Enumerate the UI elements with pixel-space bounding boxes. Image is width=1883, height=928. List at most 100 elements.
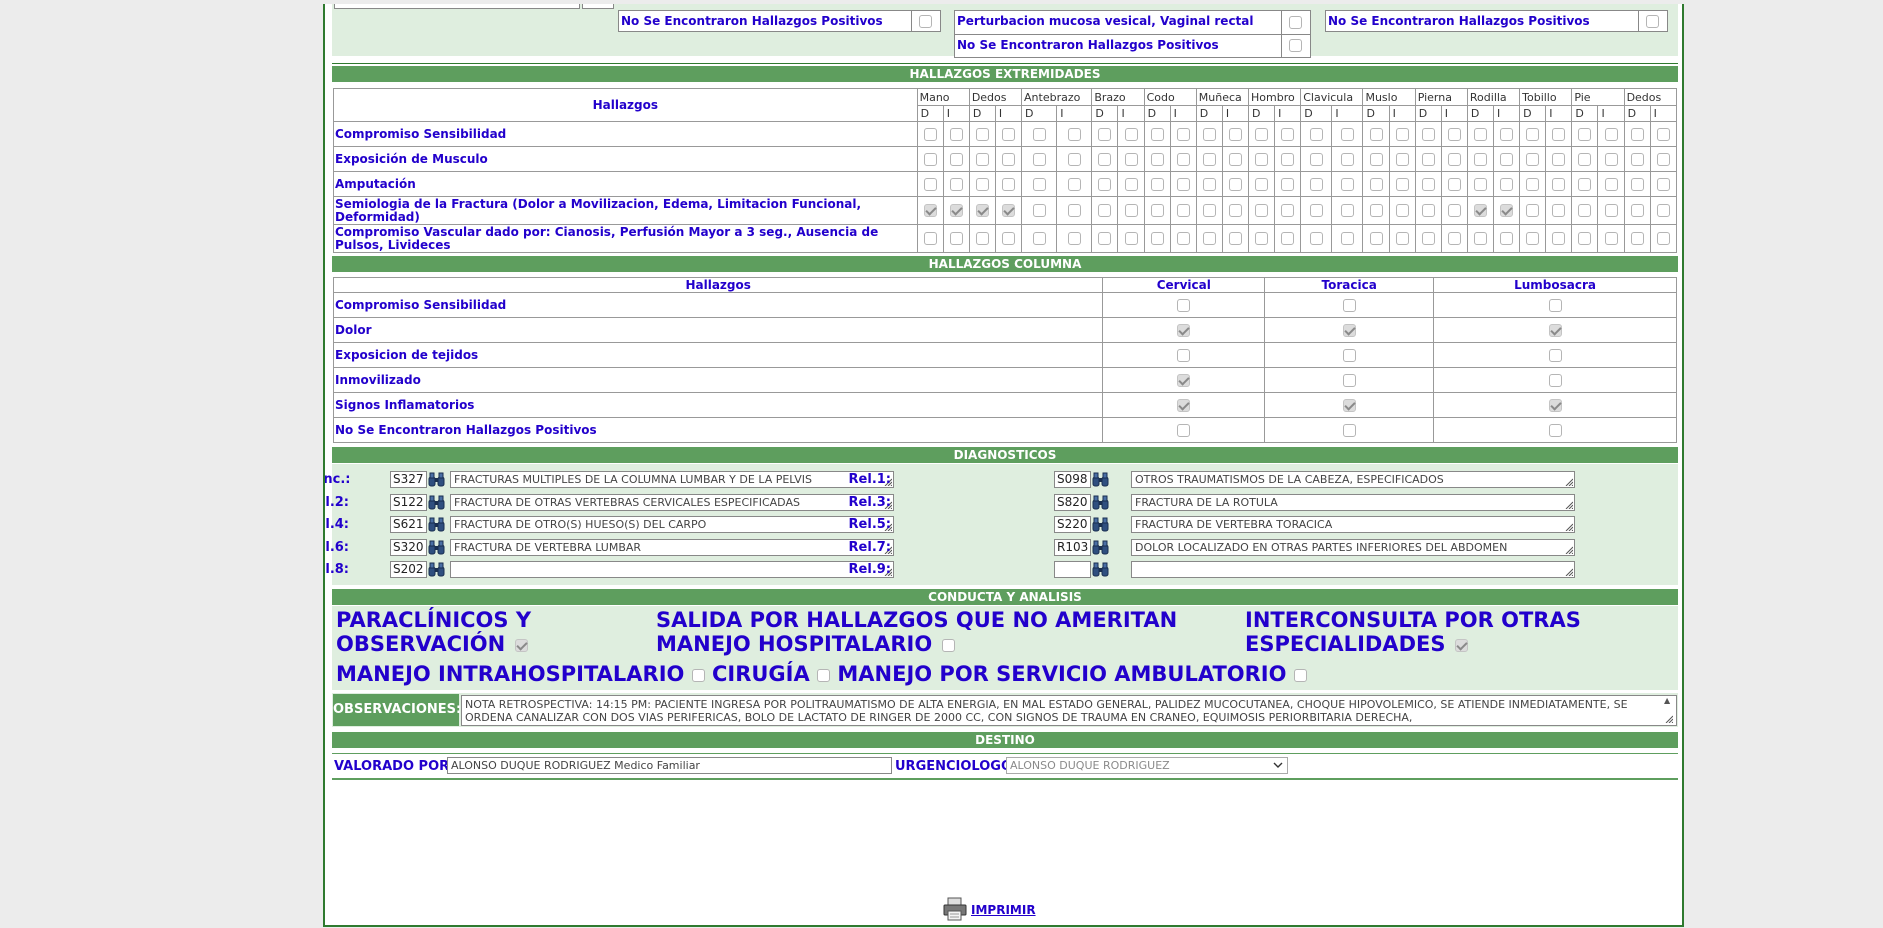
columna-checkbox[interactable] [1548, 298, 1562, 312]
binoculars-search-icon[interactable] [428, 562, 445, 577]
columna-checkbox[interactable] [1342, 323, 1356, 337]
extremidades-checkbox[interactable] [975, 177, 989, 191]
columna-checkbox[interactable] [1177, 348, 1191, 362]
extremidades-checkbox[interactable] [1032, 127, 1046, 141]
extremidades-checkbox[interactable] [949, 152, 963, 166]
extremidades-checkbox[interactable] [1630, 177, 1644, 191]
columna-checkbox[interactable] [1548, 398, 1562, 412]
diag-code-input[interactable]: S621 [390, 516, 427, 533]
top-col2-checkbox-2[interactable] [1289, 39, 1302, 52]
extremidades-checkbox[interactable] [1067, 177, 1081, 191]
extremidades-checkbox[interactable] [1255, 204, 1269, 218]
extremidades-checkbox[interactable] [1124, 204, 1138, 218]
diag-description-input[interactable]: FRACTURA DE OTRAS VERTEBRAS CERVICALES E… [450, 493, 894, 511]
columna-checkbox[interactable] [1177, 373, 1191, 387]
extremidades-checkbox[interactable] [1500, 204, 1514, 218]
extremidades-checkbox[interactable] [1067, 204, 1081, 218]
extremidades-checkbox[interactable] [1150, 127, 1164, 141]
conducta-salida-checkbox[interactable] [941, 638, 955, 652]
scroll-up-icon[interactable]: ▲ [1664, 696, 1670, 705]
diag-description-input[interactable]: FRACTURA DE VERTEBRA LUMBAR [450, 538, 894, 556]
extremidades-checkbox[interactable] [1001, 177, 1015, 191]
extremidades-checkbox[interactable] [1255, 177, 1269, 191]
extremidades-checkbox[interactable] [1098, 152, 1112, 166]
extremidades-checkbox[interactable] [1228, 204, 1242, 218]
extremidades-checkbox[interactable] [1395, 177, 1409, 191]
extremidades-checkbox[interactable] [923, 232, 937, 246]
resize-grip-icon[interactable] [1565, 546, 1573, 554]
extremidades-checkbox[interactable] [1309, 204, 1323, 218]
extremidades-checkbox[interactable] [1340, 177, 1354, 191]
extremidades-checkbox[interactable] [1281, 177, 1295, 191]
extremidades-checkbox[interactable] [1202, 177, 1216, 191]
extremidades-checkbox[interactable] [1309, 127, 1323, 141]
columna-checkbox[interactable] [1548, 423, 1562, 437]
extremidades-checkbox[interactable] [975, 232, 989, 246]
extremidades-checkbox[interactable] [1500, 152, 1514, 166]
columna-checkbox[interactable] [1177, 398, 1191, 412]
extremidades-checkbox[interactable] [949, 127, 963, 141]
extremidades-checkbox[interactable] [1309, 177, 1323, 191]
extremidades-checkbox[interactable] [1001, 127, 1015, 141]
diag-code-input[interactable] [1054, 561, 1091, 578]
extremidades-checkbox[interactable] [1150, 232, 1164, 246]
conducta-intrahospitalario-checkbox[interactable] [691, 668, 705, 682]
extremidades-checkbox[interactable] [1473, 127, 1487, 141]
extremidades-checkbox[interactable] [1604, 232, 1618, 246]
top-col1-checkbox[interactable] [919, 15, 932, 28]
extremidades-checkbox[interactable] [1369, 127, 1383, 141]
extremidades-checkbox[interactable] [1552, 232, 1566, 246]
extremidades-checkbox[interactable] [1255, 232, 1269, 246]
extremidades-checkbox[interactable] [1656, 177, 1670, 191]
columna-checkbox[interactable] [1177, 423, 1191, 437]
valorado-input[interactable]: ALONSO DUQUE RODRIGUEZ Medico Familiar [447, 757, 892, 774]
extremidades-checkbox[interactable] [1340, 127, 1354, 141]
extremidades-checkbox[interactable] [1067, 152, 1081, 166]
extremidades-checkbox[interactable] [1340, 232, 1354, 246]
extremidades-checkbox[interactable] [1202, 127, 1216, 141]
extremidades-checkbox[interactable] [1369, 204, 1383, 218]
extremidades-checkbox[interactable] [1656, 204, 1670, 218]
extremidades-checkbox[interactable] [1421, 232, 1435, 246]
extremidades-checkbox[interactable] [1421, 127, 1435, 141]
extremidades-checkbox[interactable] [1340, 204, 1354, 218]
extremidades-checkbox[interactable] [1202, 232, 1216, 246]
columna-checkbox[interactable] [1548, 373, 1562, 387]
diag-description-input[interactable]: FRACTURA DE OTRO(S) HUESO(S) DEL CARPO [450, 516, 894, 533]
extremidades-checkbox[interactable] [1176, 177, 1190, 191]
extremidades-checkbox[interactable] [949, 177, 963, 191]
extremidades-checkbox[interactable] [975, 127, 989, 141]
extremidades-checkbox[interactable] [1001, 232, 1015, 246]
resize-grip-icon[interactable] [1665, 715, 1673, 723]
diag-description-input[interactable] [1131, 561, 1575, 578]
extremidades-checkbox[interactable] [1395, 127, 1409, 141]
diag-code-input[interactable]: S122 [390, 493, 427, 511]
diag-code-input[interactable]: S320 [390, 538, 427, 556]
extremidades-checkbox[interactable] [1526, 177, 1540, 191]
binoculars-search-icon[interactable] [1092, 540, 1109, 555]
binoculars-search-icon[interactable] [1092, 472, 1109, 487]
extremidades-checkbox[interactable] [1604, 204, 1618, 218]
extremidades-checkbox[interactable] [1447, 232, 1461, 246]
columna-checkbox[interactable] [1548, 323, 1562, 337]
top-partial-checkbox[interactable] [582, 4, 614, 9]
extremidades-checkbox[interactable] [1150, 204, 1164, 218]
resize-grip-icon[interactable] [1565, 501, 1573, 509]
extremidades-checkbox[interactable] [1281, 127, 1295, 141]
conducta-cirugia-checkbox[interactable] [817, 668, 831, 682]
binoculars-search-icon[interactable] [1092, 495, 1109, 510]
extremidades-checkbox[interactable] [1001, 204, 1015, 218]
extremidades-checkbox[interactable] [923, 152, 937, 166]
extremidades-checkbox[interactable] [1124, 232, 1138, 246]
extremidades-checkbox[interactable] [1473, 232, 1487, 246]
extremidades-checkbox[interactable] [1604, 127, 1618, 141]
extremidades-checkbox[interactable] [1395, 204, 1409, 218]
columna-checkbox[interactable] [1548, 348, 1562, 362]
extremidades-checkbox[interactable] [1001, 152, 1015, 166]
extremidades-checkbox[interactable] [1098, 177, 1112, 191]
top-col3-checkbox[interactable] [1646, 15, 1659, 28]
observaciones-textarea[interactable]: NOTA RETROSPECTIVA: 14:15 PM: PACIENTE I… [461, 695, 1677, 726]
extremidades-checkbox[interactable] [1656, 127, 1670, 141]
extremidades-checkbox[interactable] [1228, 232, 1242, 246]
extremidades-checkbox[interactable] [1421, 177, 1435, 191]
